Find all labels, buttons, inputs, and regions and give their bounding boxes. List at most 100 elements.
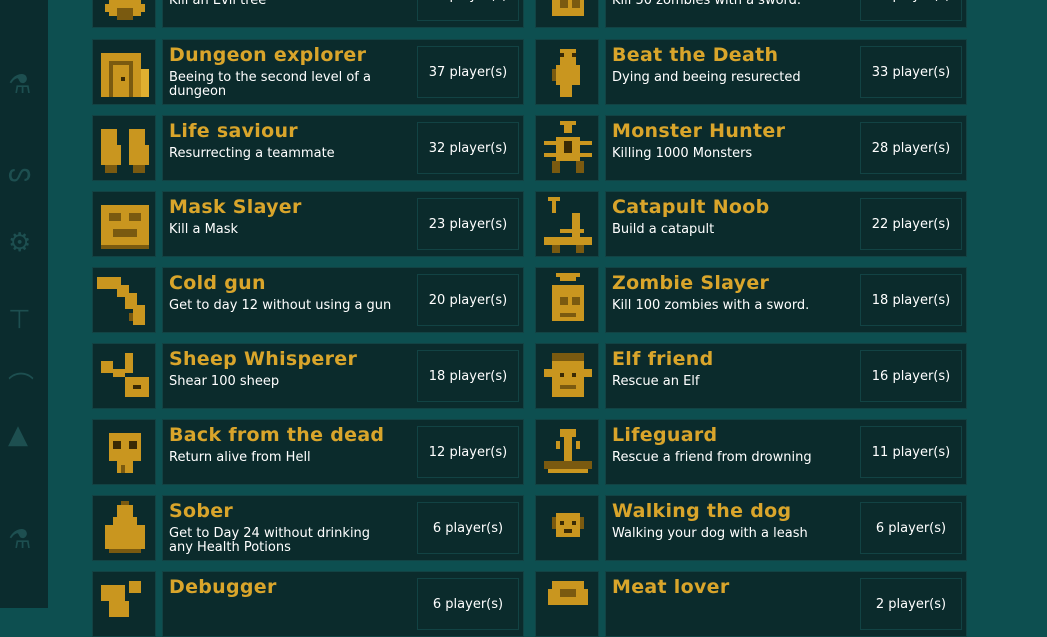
twin-figures-icon	[92, 115, 156, 181]
achievement-description: Kill an Evil tree	[169, 0, 267, 8]
achievement-info: Sober Get to Day 24 without drinking any…	[162, 495, 524, 561]
dog-icon	[535, 495, 599, 561]
meat-icon	[535, 571, 599, 637]
achievement-card: Walking the dog Walking your dog with a …	[535, 495, 969, 561]
zombie-crowned-icon	[535, 267, 599, 333]
left-sidebar: ⚗ ᔕ ⚙ ⊤ ⌒ ▲ ⚗	[0, 0, 48, 608]
achievement-title: Life saviour	[169, 120, 298, 142]
evil-tree-icon	[92, 0, 156, 28]
achievement-title: Monster Hunter	[612, 120, 786, 142]
achievement-card: Sober Get to Day 24 without drinking any…	[92, 495, 526, 561]
achievement-card: Life saviour Resurrecting a teammate 32 …	[92, 115, 526, 181]
achievement-info: Elf friend Rescue an Elf 16 player(s)	[605, 343, 967, 409]
player-count: 20 player(s)	[417, 274, 519, 326]
zombie-head-icon	[535, 0, 599, 28]
achievement-title: Debugger	[169, 576, 277, 598]
achievement-info: Back from the dead Return alive from Hel…	[162, 419, 524, 485]
achievement-card: Mask Slayer Kill a Mask 23 player(s)	[92, 191, 526, 257]
player-count: 6 player(s)	[860, 502, 962, 554]
achievement-card: Zombie Slayer Kill 100 zombies with a sw…	[535, 267, 969, 333]
catapult-icon	[535, 191, 599, 257]
achievement-info: Zombie Slayer Kill 100 zombies with a sw…	[605, 267, 967, 333]
achievement-description: Beeing to the second level of a dungeon	[169, 70, 371, 99]
player-count: 42 player(s)	[860, 0, 962, 21]
elf-face-icon	[535, 343, 599, 409]
achievement-description: Rescue a friend from drowning	[612, 450, 812, 465]
achievement-title: Meat lover	[612, 576, 730, 598]
gear-icon: ⚙	[8, 228, 32, 258]
player-count: 28 player(s)	[860, 122, 962, 174]
achievement-description: Kill a Mask	[169, 222, 239, 237]
swirl-icon: ᔕ	[8, 158, 32, 188]
debugger-icon	[92, 571, 156, 637]
achievement-title: Back from the dead	[169, 424, 385, 446]
player-count: 6 player(s)	[417, 502, 519, 554]
achievement-info: Kill 50 zombies with a sword. 42 player(…	[605, 0, 967, 28]
player-count: 6 player(s)	[417, 578, 519, 630]
table-icon: ⊤	[8, 305, 31, 335]
achievement-description: Kill 50 zombies with a sword.	[612, 0, 802, 8]
player-count: 37 player(s)	[417, 46, 519, 98]
achievement-card: Sheep Whisperer Shear 100 sheep 18 playe…	[92, 343, 526, 409]
achievement-title: Dungeon explorer	[169, 44, 367, 66]
achievement-description: Shear 100 sheep	[169, 374, 280, 389]
achievement-title: Cold gun	[169, 272, 266, 294]
player-count: 2 player(s)	[860, 578, 962, 630]
achievement-description: Return alive from Hell	[169, 450, 311, 465]
potion-icon	[92, 495, 156, 561]
shears-icon	[92, 343, 156, 409]
achievement-description: Build a catapult	[612, 222, 715, 237]
potion-icon: ⚗	[8, 525, 32, 555]
achievement-card: Meat lover 2 player(s)	[535, 571, 969, 637]
achievement-card: Debugger 6 player(s)	[92, 571, 526, 637]
achievement-title: Walking the dog	[612, 500, 792, 522]
drowning-hand-icon	[535, 419, 599, 485]
achievement-description: Resurrecting a teammate	[169, 146, 335, 161]
achievements-list: Kill an Evil tree 45 player(s) Kill 50 z…	[48, 0, 1047, 637]
achievement-description: Killing 1000 Monsters	[612, 146, 753, 161]
achievement-info: Beat the Death Dying and beeing resurect…	[605, 39, 967, 105]
achievement-info: Debugger 6 player(s)	[162, 571, 524, 637]
player-count: 22 player(s)	[860, 198, 962, 250]
potion-icon: ⚗	[8, 70, 32, 100]
mask-icon	[92, 191, 156, 257]
achievement-info: Monster Hunter Killing 1000 Monsters 28 …	[605, 115, 967, 181]
achievement-card: Back from the dead Return alive from Hel…	[92, 419, 526, 485]
player-count: 11 player(s)	[860, 426, 962, 478]
ghost-icon	[535, 39, 599, 105]
achievement-description: Get to Day 24 without drinking any Healt…	[169, 526, 371, 555]
player-count: 33 player(s)	[860, 46, 962, 98]
player-count: 16 player(s)	[860, 350, 962, 402]
achievement-info: Kill an Evil tree 45 player(s)	[162, 0, 524, 28]
player-count: 18 player(s)	[860, 274, 962, 326]
achievement-info: Cold gun Get to day 12 without using a g…	[162, 267, 524, 333]
achievement-description: Kill 100 zombies with a sword.	[612, 298, 810, 313]
achievement-title: Sheep Whisperer	[169, 348, 358, 370]
achievement-title: Lifeguard	[612, 424, 718, 446]
achievement-title: Elf friend	[612, 348, 714, 370]
dungeon-door-icon	[92, 39, 156, 105]
achievement-card: Beat the Death Dying and beeing resurect…	[535, 39, 969, 105]
tower-icon: ▲	[8, 420, 28, 450]
achievement-info: Meat lover 2 player(s)	[605, 571, 967, 637]
achievement-card: Kill an Evil tree 45 player(s)	[92, 0, 526, 28]
achievement-title: Catapult Noob	[612, 196, 770, 218]
achievement-card: Dungeon explorer Beeing to the second le…	[92, 39, 526, 105]
achievement-card: Elf friend Rescue an Elf 16 player(s)	[535, 343, 969, 409]
achievement-card: Monster Hunter Killing 1000 Monsters 28 …	[535, 115, 969, 181]
skull-icon	[92, 419, 156, 485]
dome-icon: ⌒	[8, 372, 35, 402]
achievement-info: Lifeguard Rescue a friend from drowning …	[605, 419, 967, 485]
gun-icon	[92, 267, 156, 333]
achievement-info: Walking the dog Walking your dog with a …	[605, 495, 967, 561]
achievement-title: Sober	[169, 500, 234, 522]
achievement-description: Dying and beeing resurected	[612, 70, 801, 85]
achievement-card: Kill 50 zombies with a sword. 42 player(…	[535, 0, 969, 28]
achievement-title: Zombie Slayer	[612, 272, 770, 294]
achievement-card: Lifeguard Rescue a friend from drowning …	[535, 419, 969, 485]
player-count: 45 player(s)	[417, 0, 519, 21]
achievement-info: Catapult Noob Build a catapult 22 player…	[605, 191, 967, 257]
achievement-card: Catapult Noob Build a catapult 22 player…	[535, 191, 969, 257]
achievement-title: Mask Slayer	[169, 196, 302, 218]
player-count: 23 player(s)	[417, 198, 519, 250]
